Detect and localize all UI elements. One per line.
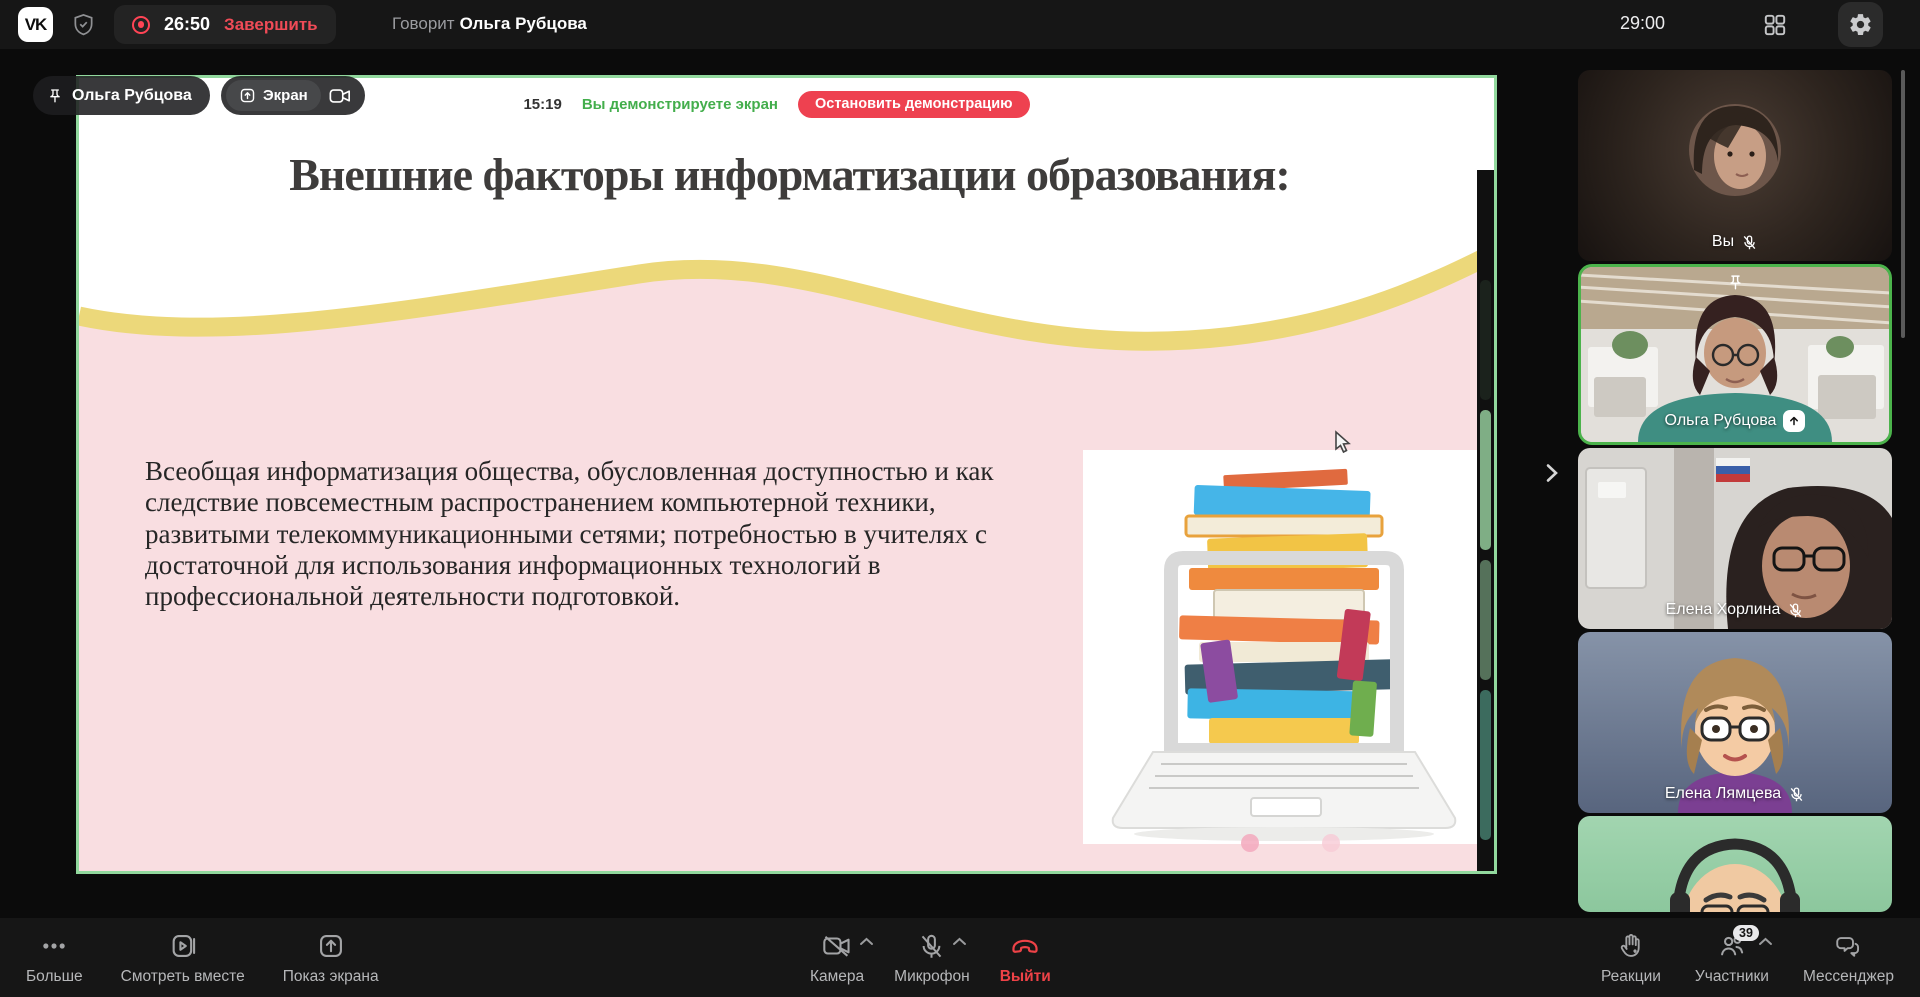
- gear-icon: [1848, 12, 1873, 37]
- call-toolbar: Больше Смотреть вместе Показ экрана Каме…: [0, 918, 1920, 997]
- laptop-books-illustration: [1083, 450, 1485, 844]
- chevron-up-icon[interactable]: [859, 937, 874, 946]
- camera-label: Камера: [810, 968, 864, 986]
- mic-muted-icon: [1788, 786, 1805, 803]
- watch-together-button[interactable]: Смотреть вместе: [109, 918, 257, 986]
- microphone-label: Микрофон: [894, 968, 970, 986]
- recording-pill: 26:50 Завершить: [114, 5, 336, 44]
- recording-time: 26:50: [164, 14, 210, 35]
- speaking-name: Ольга Рубцова: [460, 14, 587, 33]
- microphone-button[interactable]: Микрофон: [882, 918, 982, 986]
- speaking-indicator: Говорит Ольга Рубцова: [392, 14, 587, 34]
- chevron-right-icon: [1545, 463, 1559, 483]
- more-button[interactable]: Больше: [14, 918, 95, 986]
- video-camera-icon[interactable]: [329, 87, 351, 105]
- demo-timer: 15:19: [523, 96, 561, 113]
- reactions-button[interactable]: Реакции: [1589, 918, 1673, 986]
- mic-muted-icon: [1741, 234, 1758, 251]
- screen-tab-button[interactable]: Экран: [226, 80, 321, 111]
- participant-tile-you[interactable]: Вы: [1578, 70, 1892, 261]
- leave-call-button[interactable]: Выйти: [988, 918, 1063, 986]
- sidebar-scrollbar[interactable]: [1901, 70, 1905, 338]
- pinned-indicator: [1581, 274, 1889, 291]
- watch-together-label: Смотреть вместе: [121, 968, 245, 986]
- chevron-up-icon[interactable]: [1758, 937, 1773, 946]
- more-label: Больше: [26, 968, 83, 986]
- speaking-prefix: Говорит: [392, 14, 455, 33]
- participants-count-badge: 39: [1733, 925, 1759, 941]
- leave-call-label: Выйти: [1000, 968, 1051, 986]
- top-bar: VK 26:50 Завершить ГоворитОльга Рубцова …: [0, 0, 1920, 49]
- participant-name: Елена Лямцева: [1665, 785, 1781, 803]
- camera-button[interactable]: Камера: [798, 918, 876, 986]
- slide-title: Внешние факторы информатизации образован…: [79, 148, 1497, 201]
- hangup-phone-icon: [1010, 933, 1040, 959]
- presenter-pill[interactable]: Ольга Рубцова: [33, 76, 210, 115]
- screen-share-label: Показ экрана: [283, 968, 379, 986]
- grid-icon: [1762, 12, 1788, 38]
- pin-icon: [1727, 274, 1744, 291]
- watch-together-icon: [169, 932, 197, 960]
- shield-check-icon[interactable]: [72, 12, 95, 42]
- chevron-up-icon[interactable]: [952, 937, 967, 946]
- messenger-icon: [1834, 933, 1863, 960]
- screen-share-button[interactable]: Показ экрана: [271, 918, 391, 986]
- reactions-label: Реакции: [1601, 968, 1661, 986]
- grid-view-button[interactable]: [1758, 8, 1792, 42]
- screen-share-icon: [317, 932, 345, 960]
- pin-icon: [47, 88, 63, 104]
- participant-name: Ольга Рубцова: [1665, 412, 1777, 430]
- slide-image-laptop-books: [1083, 450, 1485, 844]
- screen-source-pill: Экран: [221, 76, 365, 115]
- settings-button[interactable]: [1838, 2, 1883, 47]
- slide-dot-decoration: [1241, 834, 1259, 852]
- participant-name: Елена Хорлина: [1666, 601, 1781, 619]
- mic-muted-icon: [1787, 602, 1804, 619]
- is-sharing-badge: [1783, 410, 1805, 432]
- messenger-label: Мессенджер: [1803, 968, 1894, 986]
- camera-off-icon: [822, 933, 852, 959]
- participant-avatar-cartoon: [1578, 816, 1892, 912]
- screen-share-icon: [1787, 414, 1801, 428]
- participant-name: Вы: [1712, 233, 1734, 251]
- slide-paragraph: Всеобщая информатизация общества, обусло…: [145, 456, 1007, 613]
- participant-tile-elena-lyamtseva[interactable]: Елена Лямцева: [1578, 632, 1892, 813]
- participants-button[interactable]: 39 Участники: [1683, 918, 1781, 986]
- presenter-pill-label: Ольга Рубцова: [72, 87, 192, 105]
- shared-window-edge: [1477, 170, 1494, 871]
- screen-share-stage: 15:19 Вы демонстрируете экран Остановить…: [76, 75, 1497, 874]
- reactions-hand-icon: [1617, 932, 1645, 960]
- mouse-cursor: [1332, 430, 1354, 454]
- participant-tile-olga-rubtsova[interactable]: Ольга Рубцова: [1578, 264, 1892, 445]
- more-dots-icon: [40, 932, 68, 960]
- messenger-button[interactable]: Мессенджер: [1791, 918, 1906, 986]
- vk-logo: VK: [18, 7, 53, 42]
- mic-muted-icon: [918, 933, 945, 960]
- participant-tile-partial[interactable]: [1578, 816, 1892, 912]
- screen-tab-label: Экран: [263, 87, 308, 104]
- participants-label: Участники: [1695, 968, 1769, 986]
- call-timer: 29:00: [1620, 13, 1665, 34]
- stop-demo-button[interactable]: Остановить демонстрацию: [798, 91, 1030, 118]
- record-icon: [132, 16, 150, 34]
- stop-recording-button[interactable]: Завершить: [224, 15, 318, 35]
- collapse-sidebar-button[interactable]: [1537, 458, 1567, 488]
- participant-tile-elena-horlina[interactable]: Елена Хорлина: [1578, 448, 1892, 629]
- demo-status-text: Вы демонстрируете экран: [582, 96, 778, 113]
- slide-dot-decoration: [1322, 834, 1340, 852]
- screen-share-icon: [239, 87, 256, 104]
